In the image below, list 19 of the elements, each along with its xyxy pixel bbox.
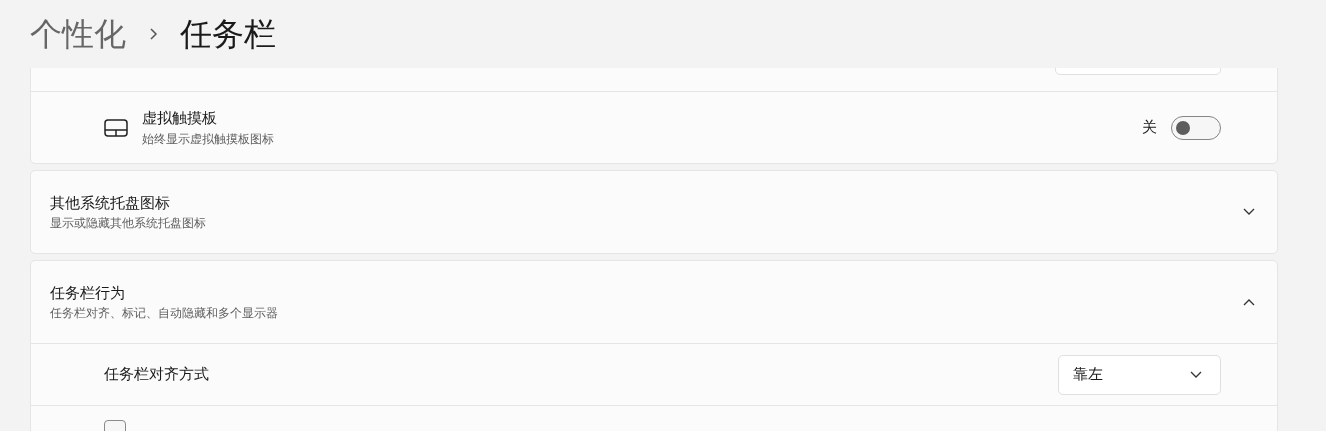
chevron-up-icon [1243,298,1255,306]
toggle-state-label: 关 [1142,117,1157,139]
chevron-right-icon [148,27,158,41]
section-description: 显示或隐藏其他系统托盘图标 [50,215,207,233]
dropdown[interactable]: 靠左 [1058,354,1221,395]
section-title: 任务栏行为 [50,282,126,304]
page-title: 任务栏 [180,18,276,50]
breadcrumb-link[interactable]: 个性化 [30,18,126,50]
expander-header[interactable]: 任务栏行为 任务栏对齐、标记、自动隐藏和多个显示器 [31,261,1277,343]
section-description: 任务栏对齐、标记、自动隐藏和多个显示器 [50,305,279,323]
setting-title: 虚拟触摸板 [142,108,218,130]
section-title: 其他系统托盘图标 [50,192,171,214]
chevron-down-icon [1190,370,1202,379]
expander-header[interactable]: 其他系统托盘图标 显示或隐藏其他系统托盘图标 [31,171,1277,253]
chevron-down-icon [1243,208,1255,216]
touchpad-icon [104,117,128,138]
toggle-switch[interactable] [1171,115,1221,140]
setting-title: 任务栏对齐方式 [104,364,210,386]
setting-description: 始终显示虚拟触摸板图标 [142,130,275,148]
